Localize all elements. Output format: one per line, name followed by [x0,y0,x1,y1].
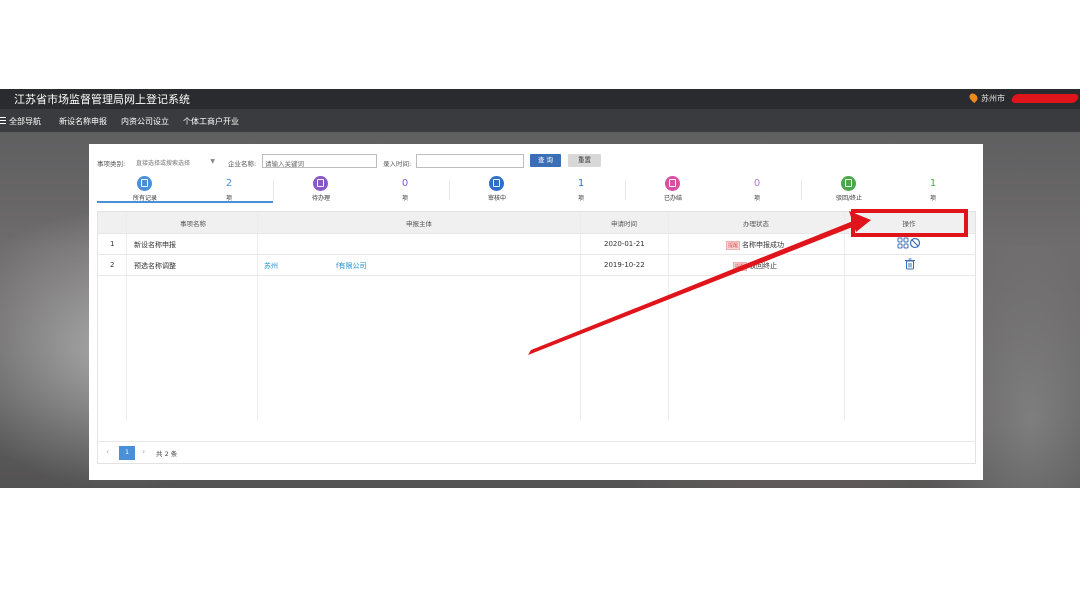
arrow-shaft [528,221,855,355]
screenshot-area: 江苏省市场监督管理局网上登记系统 苏州市 全部导航 新设名称申报 内资公司设立 … [0,89,1080,488]
annotation-arrow [528,211,871,355]
